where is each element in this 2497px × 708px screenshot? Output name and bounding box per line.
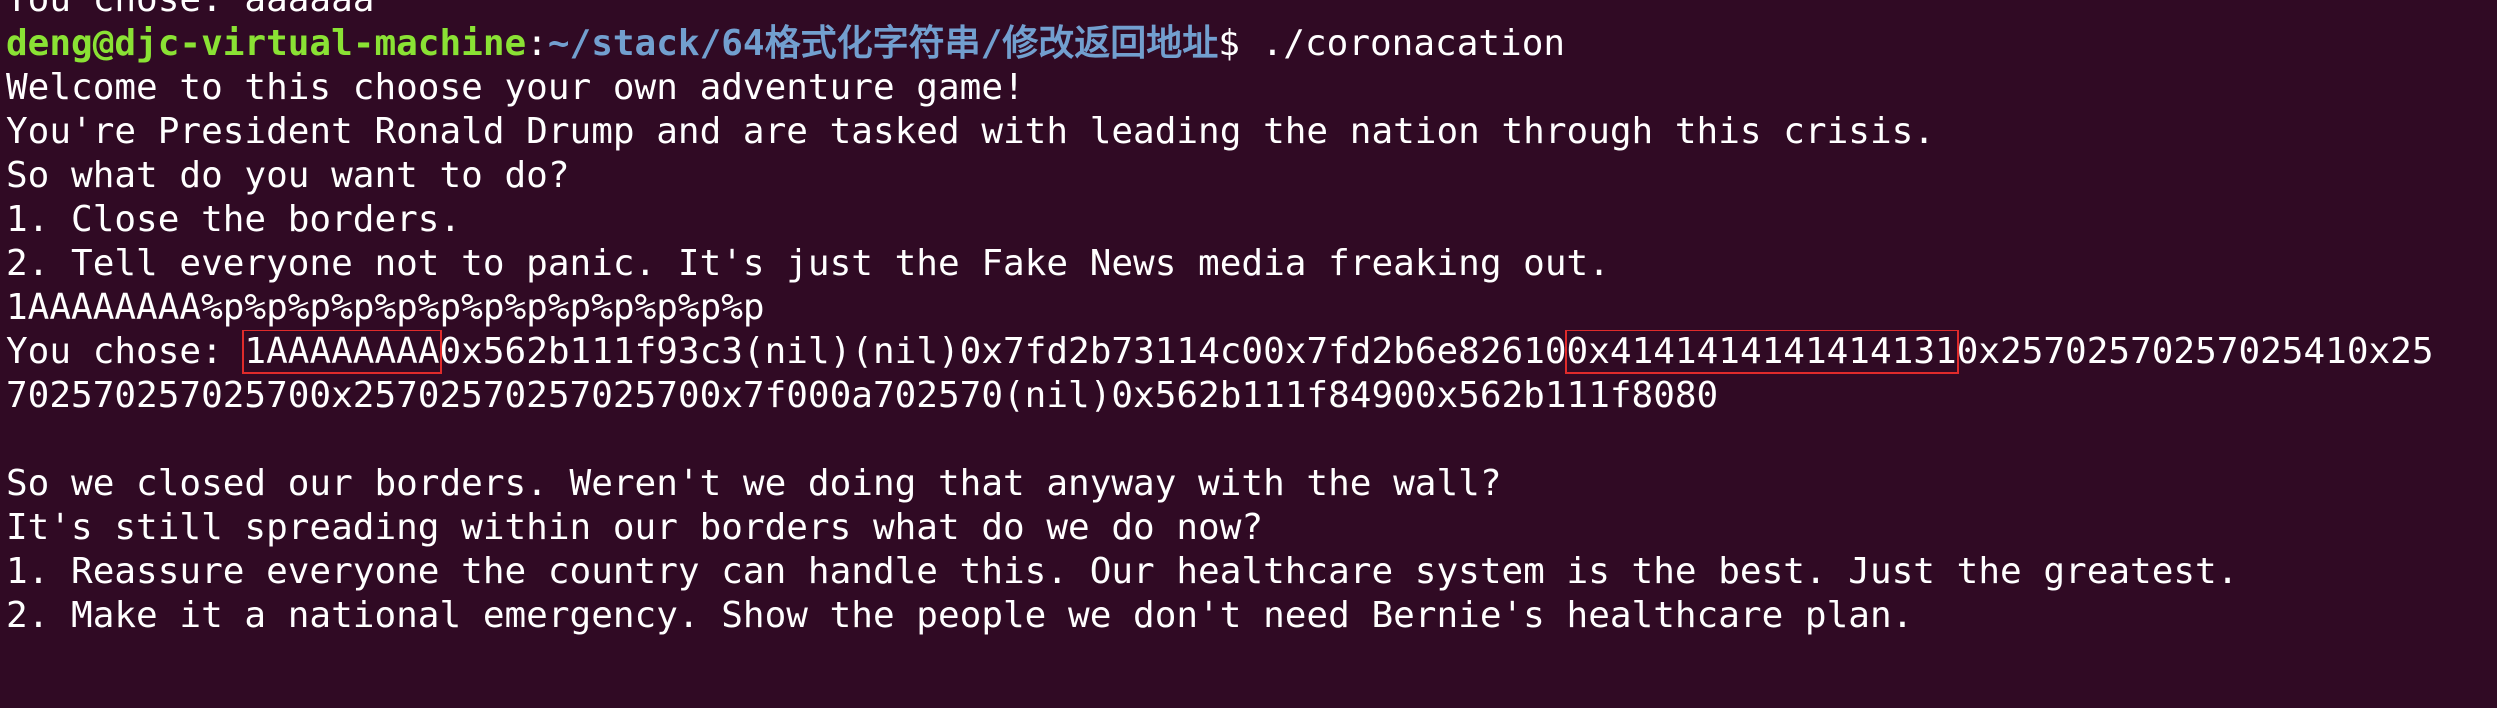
prompt-separator: : [526,23,548,64]
output-line-leaked-continued: 702570257025700x25702570257025700x7f000a… [6,375,1719,416]
highlight-box-offset: 0x4141414141414131 [1564,330,1959,374]
terminal-output: You chose: aaaaaa deng@djc-virtual-machi… [6,0,2497,638]
output-line-welcome: Welcome to this choose your own adventur… [6,67,1025,108]
output-line-option-2: 2. Tell everyone not to panic. It's just… [6,243,1610,284]
input-line-format-string: 1AAAAAAAA%p%p%p%p%p%p%p%p%p%p%p%p%p [6,287,765,328]
prompt-user-host: deng@djc-virtual-machine [6,23,527,64]
shell-prompt-line: deng@djc-virtual-machine:~/stack/64格式化字符… [6,22,2497,66]
leaked-values-2: 0x25702570257025410x25 [1956,331,2434,372]
output-line-still-spreading: It's still spreading within our borders … [6,507,1264,548]
output-line-previous-choice: You chose: aaaaaa [6,0,2497,22]
prompt-command: $ ./coronacation [1218,23,1566,64]
highlight-box-input: 1AAAAAAAA [242,330,442,374]
terminal-window[interactable]: You chose: aaaaaa deng@djc-virtual-machi… [0,0,2497,708]
output-line-question: So what do you want to do? [6,155,570,196]
output-line-option-emergency: 2. Make it a national emergency. Show th… [6,595,1914,636]
leaked-values-1: 0x562b111f93c3(nil)(nil)0x7fd2b73114c00x… [439,331,1567,372]
prompt-path: ~/stack/64格式化字符串/修改返回地址 [547,23,1219,64]
output-line-intro: You're President Ronald Drump and are ta… [6,111,1935,152]
output-line-borders-closed: So we closed our borders. Weren't we doi… [6,463,1502,504]
output-line-option-1: 1. Close the borders. [6,199,462,240]
output-line-you-chose: You chose: 1AAAAAAAA0x562b111f93c3(nil)(… [6,330,2497,374]
output-line-option-reassure: 1. Reassure everyone the country can han… [6,551,2239,592]
you-chose-prefix: You chose: [6,331,245,372]
